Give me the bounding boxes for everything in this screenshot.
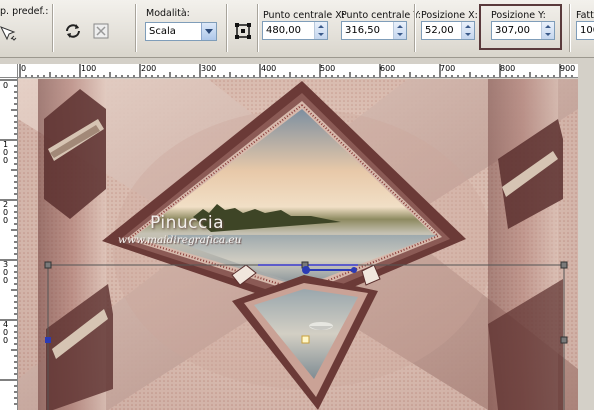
- scale-field[interactable]: 100: [576, 21, 594, 40]
- ruler-v-label: 100: [3, 140, 9, 165]
- position-y-value[interactable]: 307,00: [492, 25, 541, 36]
- ruler-h-label: 600: [380, 64, 396, 73]
- chevron-down-icon[interactable]: [201, 23, 216, 40]
- ruler-h-label: 0: [21, 64, 27, 73]
- scale-value[interactable]: 100: [577, 25, 594, 36]
- ruler-v-label: 0: [3, 81, 9, 90]
- vertical-ruler-ticks: [0, 79, 17, 405]
- vertical-ruler[interactable]: 0 100 200 300 400: [0, 78, 18, 410]
- toolbar-separator: [226, 4, 227, 52]
- horizontal-ruler-ticks: [19, 64, 573, 77]
- position-y-field[interactable]: 307,00: [491, 21, 555, 40]
- spin-arrows-icon[interactable]: [461, 22, 474, 39]
- mode-value: Scala: [149, 26, 176, 37]
- spin-arrows-icon[interactable]: [393, 22, 406, 39]
- ruler-h-label: 100: [81, 64, 97, 73]
- ruler-h-label: 900: [560, 64, 576, 73]
- ruler-v-label: 200: [3, 200, 9, 225]
- mode-select[interactable]: Scala: [145, 22, 217, 41]
- toolbar-separator: [257, 4, 258, 52]
- ruler-corner: [0, 64, 18, 78]
- preset-label: p. predef.:: [0, 6, 49, 17]
- toolbar-separator: [569, 4, 570, 52]
- ruler-h-label: 700: [440, 64, 456, 73]
- toolbar-separator: [52, 4, 53, 52]
- ruler-v-label: 400: [3, 320, 9, 345]
- center-icon[interactable]: [232, 20, 254, 42]
- center-y-field[interactable]: 316,50: [341, 21, 407, 40]
- center-y-label: Punto centrale Y:: [341, 10, 421, 21]
- center-x-value[interactable]: 480,00: [263, 25, 314, 36]
- scrollbar-gutter: [578, 64, 594, 410]
- position-x-label: Posizione X:: [421, 10, 478, 21]
- ruler-h-label: 400: [261, 64, 277, 73]
- image-canvas[interactable]: Pinuccia www.maidiregrafica.eu: [18, 79, 578, 410]
- scale-label: Fatto: [576, 10, 594, 21]
- spin-arrows-icon[interactable]: [541, 22, 554, 39]
- tool-options-toolbar: p. predef.: Modalità: Scala Punto centra…: [0, 0, 594, 58]
- center-x-field[interactable]: 480,00: [262, 21, 328, 40]
- preset-picker-icon[interactable]: [0, 22, 18, 44]
- refresh-icon[interactable]: [62, 20, 84, 42]
- spin-arrows-icon[interactable]: [314, 22, 327, 39]
- toolbar-separator: [414, 4, 415, 52]
- center-y-value[interactable]: 316,50: [342, 25, 393, 36]
- horizontal-ruler[interactable]: 0 100 200 300 400 500 600 700 800 900: [18, 64, 578, 78]
- position-x-field[interactable]: 52,00: [421, 21, 475, 40]
- ruler-h-label: 200: [141, 64, 157, 73]
- toolbar-separator: [135, 4, 136, 52]
- reset-icon[interactable]: [90, 20, 112, 42]
- position-y-label: Posizione Y:: [491, 10, 546, 21]
- ruler-v-label: 300: [3, 260, 9, 285]
- center-x-label: Punto centrale X:: [263, 10, 345, 21]
- watermark-title: Pinuccia: [150, 213, 224, 233]
- watermark-url: www.maidiregrafica.eu: [118, 234, 242, 246]
- ruler-h-label: 500: [320, 64, 336, 73]
- mode-label: Modalità:: [146, 8, 190, 19]
- ruler-h-label: 800: [500, 64, 516, 73]
- position-x-value[interactable]: 52,00: [422, 25, 461, 36]
- ruler-h-label: 300: [201, 64, 217, 73]
- canvas-artwork: [18, 79, 578, 410]
